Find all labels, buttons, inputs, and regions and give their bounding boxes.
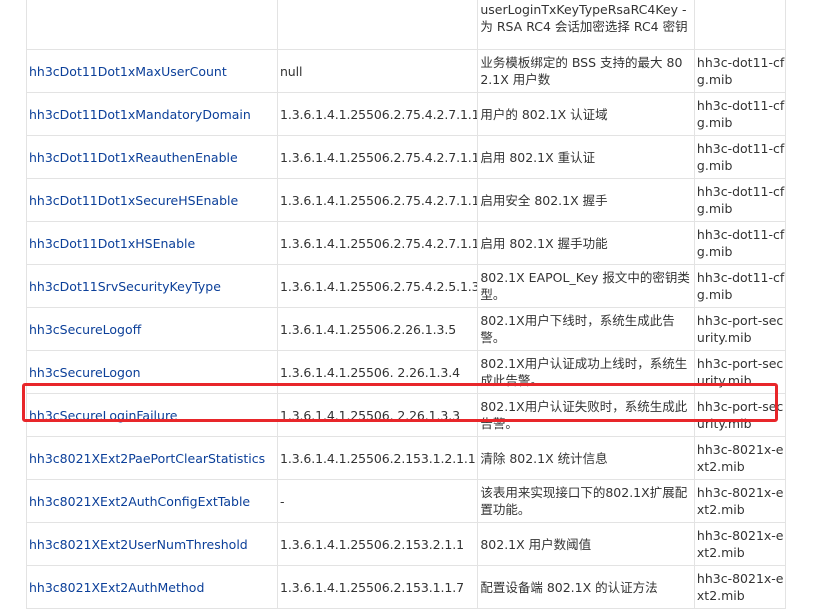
- mib-name-link[interactable]: hh3cSecureLoginFailure: [29, 408, 178, 423]
- table-row: userLoginTxKeyTypeRsaRC4Key - 为 RSA RC4 …: [26, 0, 787, 50]
- table-row: hh3cDot11Dot1xSecureHSEnable 1.3.6.1.4.1…: [26, 178, 787, 222]
- mib-name-cell: hh3cDot11Dot1xMaxUserCount: [26, 49, 278, 93]
- mib-name-cell: hh3cDot11Dot1xHSEnable: [26, 221, 278, 265]
- mib-file-cell: hh3c-8021x-ext2.mib: [693, 479, 787, 523]
- table-row: hh3cDot11Dot1xReauthenEnable 1.3.6.1.4.1…: [26, 135, 787, 179]
- table-row-highlighted: hh3cSecureLoginFailure 1.3.6.1.4.1.25506…: [26, 393, 787, 437]
- mib-file-cell: hh3c-dot11-cfg.mib: [693, 221, 787, 265]
- mib-name-link[interactable]: hh3cDot11Dot1xReauthenEnable: [29, 150, 238, 165]
- mib-file-cell: hh3c-dot11-cfg.mib: [693, 49, 787, 93]
- mib-file-cell: hh3c-port-security.mib: [693, 393, 787, 437]
- mib-name-link[interactable]: hh3cDot11Dot1xHSEnable: [29, 236, 195, 251]
- table-row: hh3cSecureLogon 1.3.6.1.4.1.25506. 2.26.…: [26, 350, 787, 394]
- mib-name-cell: hh3cDot11Dot1xReauthenEnable: [26, 135, 278, 179]
- mib-name-link[interactable]: hh3c8021XExt2AuthConfigExtTable: [29, 494, 250, 509]
- mib-name-link[interactable]: hh3c8021XExt2AuthMethod: [29, 580, 204, 595]
- mib-file-cell: hh3c-dot11-cfg.mib: [693, 264, 787, 308]
- mib-name-link[interactable]: hh3cDot11Dot1xMandatoryDomain: [29, 107, 251, 122]
- mib-name-cell: hh3cDot11SrvSecurityKeyType: [26, 264, 278, 308]
- description-cell: 启用 802.1X 重认证: [477, 135, 695, 179]
- description-cell: 该表用来实现接口下的802.1X扩展配置功能。: [477, 479, 695, 523]
- mib-name-link[interactable]: hh3cSecureLogon: [29, 365, 141, 380]
- description-cell: 清除 802.1X 统计信息: [477, 436, 695, 480]
- mib-name-cell: hh3c8021XExt2PaePortClearStatistics: [26, 436, 278, 480]
- mib-name-cell: hh3cDot11Dot1xSecureHSEnable: [26, 178, 278, 222]
- oid-cell: 1.3.6.1.4.1.25506.2.26.1.3.5: [276, 307, 479, 351]
- mib-name-link[interactable]: hh3cDot11SrvSecurityKeyType: [29, 279, 221, 294]
- oid-cell: 1.3.6.1.4.1.25506.2.75.4.2.7.1.15: [276, 92, 479, 136]
- oid-cell: 1.3.6.1.4.1.25506.2.153.1.2.1.1.5: [276, 436, 479, 480]
- oid-cell: 1.3.6.1.4.1.25506.2.75.4.2.5.1.3: [276, 264, 479, 308]
- mib-table-body: userLoginTxKeyTypeRsaRC4Key - 为 RSA RC4 …: [26, 0, 787, 609]
- mib-name-link[interactable]: hh3cSecureLogoff: [29, 322, 141, 337]
- mib-file-cell: hh3c-port-security.mib: [693, 307, 787, 351]
- table-row: hh3c8021XExt2AuthMethod 1.3.6.1.4.1.2550…: [26, 565, 787, 609]
- mib-name-cell: hh3c8021XExt2AuthMethod: [26, 565, 278, 609]
- oid-cell: [276, 0, 479, 50]
- mib-file-cell: hh3c-dot11-cfg.mib: [693, 92, 787, 136]
- mib-file-cell: hh3c-dot11-cfg.mib: [693, 135, 787, 179]
- mib-name-link[interactable]: hh3c8021XExt2PaePortClearStatistics: [29, 451, 265, 466]
- mib-file-cell: hh3c-8021x-ext2.mib: [693, 522, 787, 566]
- mib-table: userLoginTxKeyTypeRsaRC4Key - 为 RSA RC4 …: [26, 0, 787, 609]
- oid-cell: 1.3.6.1.4.1.25506. 2.26.1.3.4: [276, 350, 479, 394]
- table-row: hh3c8021XExt2AuthConfigExtTable - 该表用来实现…: [26, 479, 787, 523]
- mib-name-link[interactable]: hh3cDot11Dot1xSecureHSEnable: [29, 193, 238, 208]
- description-cell: 802.1X用户下线时，系统生成此告警。: [477, 307, 695, 351]
- oid-cell: 1.3.6.1.4.1.25506.2.153.2.1.1: [276, 522, 479, 566]
- table-row: hh3cDot11SrvSecurityKeyType 1.3.6.1.4.1.…: [26, 264, 787, 308]
- mib-file-cell: hh3c-8021x-ext2.mib: [693, 436, 787, 480]
- mib-name-cell: hh3c8021XExt2AuthConfigExtTable: [26, 479, 278, 523]
- mib-file-cell: hh3c-8021x-ext2.mib: [693, 565, 787, 609]
- table-row: hh3cDot11Dot1xMandatoryDomain 1.3.6.1.4.…: [26, 92, 787, 136]
- table-row: hh3c8021XExt2PaePortClearStatistics 1.3.…: [26, 436, 787, 480]
- mib-name-cell: hh3cSecureLogoff: [26, 307, 278, 351]
- oid-cell: -: [276, 479, 479, 523]
- table-row: hh3cDot11Dot1xHSEnable 1.3.6.1.4.1.25506…: [26, 221, 787, 265]
- description-cell: 启用安全 802.1X 握手: [477, 178, 695, 222]
- oid-cell: 1.3.6.1.4.1.25506.2.153.1.1.7: [276, 565, 479, 609]
- mib-name-cell: hh3cDot11Dot1xMandatoryDomain: [26, 92, 278, 136]
- description-cell: 802.1X 用户数阈值: [477, 522, 695, 566]
- table-row: hh3cDot11Dot1xMaxUserCount null 业务模板绑定的 …: [26, 49, 787, 93]
- mib-name-cell: hh3cSecureLogon: [26, 350, 278, 394]
- oid-cell: 1.3.6.1.4.1.25506.2.75.4.2.7.1.12: [276, 221, 479, 265]
- oid-cell: 1.3.6.1.4.1.25506. 2.26.1.3.3: [276, 393, 479, 437]
- mib-name-link[interactable]: hh3cDot11Dot1xMaxUserCount: [29, 64, 227, 79]
- description-cell: 802.1X EAPOL_Key 报文中的密钥类型。: [477, 264, 695, 308]
- oid-cell: 1.3.6.1.4.1.25506.2.75.4.2.7.1.14: [276, 135, 479, 179]
- mib-file-cell: hh3c-dot11-cfg.mib: [693, 178, 787, 222]
- description-cell: 业务模板绑定的 BSS 支持的最大 802.1X 用户数: [477, 49, 695, 93]
- mib-name-link[interactable]: hh3c8021XExt2UserNumThreshold: [29, 537, 248, 552]
- mib-name-cell: hh3c8021XExt2UserNumThreshold: [26, 522, 278, 566]
- description-cell: 802.1X用户认证成功上线时，系统生成此告警。: [477, 350, 695, 394]
- description-cell: 启用 802.1X 握手功能: [477, 221, 695, 265]
- mib-file-cell: hh3c-port-security.mib: [693, 350, 787, 394]
- oid-cell: null: [276, 49, 479, 93]
- description-cell: userLoginTxKeyTypeRsaRC4Key - 为 RSA RC4 …: [477, 0, 695, 50]
- description-cell: 802.1X用户认证失败时，系统生成此告警。: [477, 393, 695, 437]
- description-cell: 用户的 802.1X 认证域: [477, 92, 695, 136]
- mib-name-cell: hh3cSecureLoginFailure: [26, 393, 278, 437]
- description-cell: 配置设备端 802.1X 的认证方法: [477, 565, 695, 609]
- table-row: hh3c8021XExt2UserNumThreshold 1.3.6.1.4.…: [26, 522, 787, 566]
- mib-name-cell: [26, 0, 278, 50]
- table-row: hh3cSecureLogoff 1.3.6.1.4.1.25506.2.26.…: [26, 307, 787, 351]
- mib-file-cell: [693, 0, 787, 50]
- oid-cell: 1.3.6.1.4.1.25506.2.75.4.2.7.1.13: [276, 178, 479, 222]
